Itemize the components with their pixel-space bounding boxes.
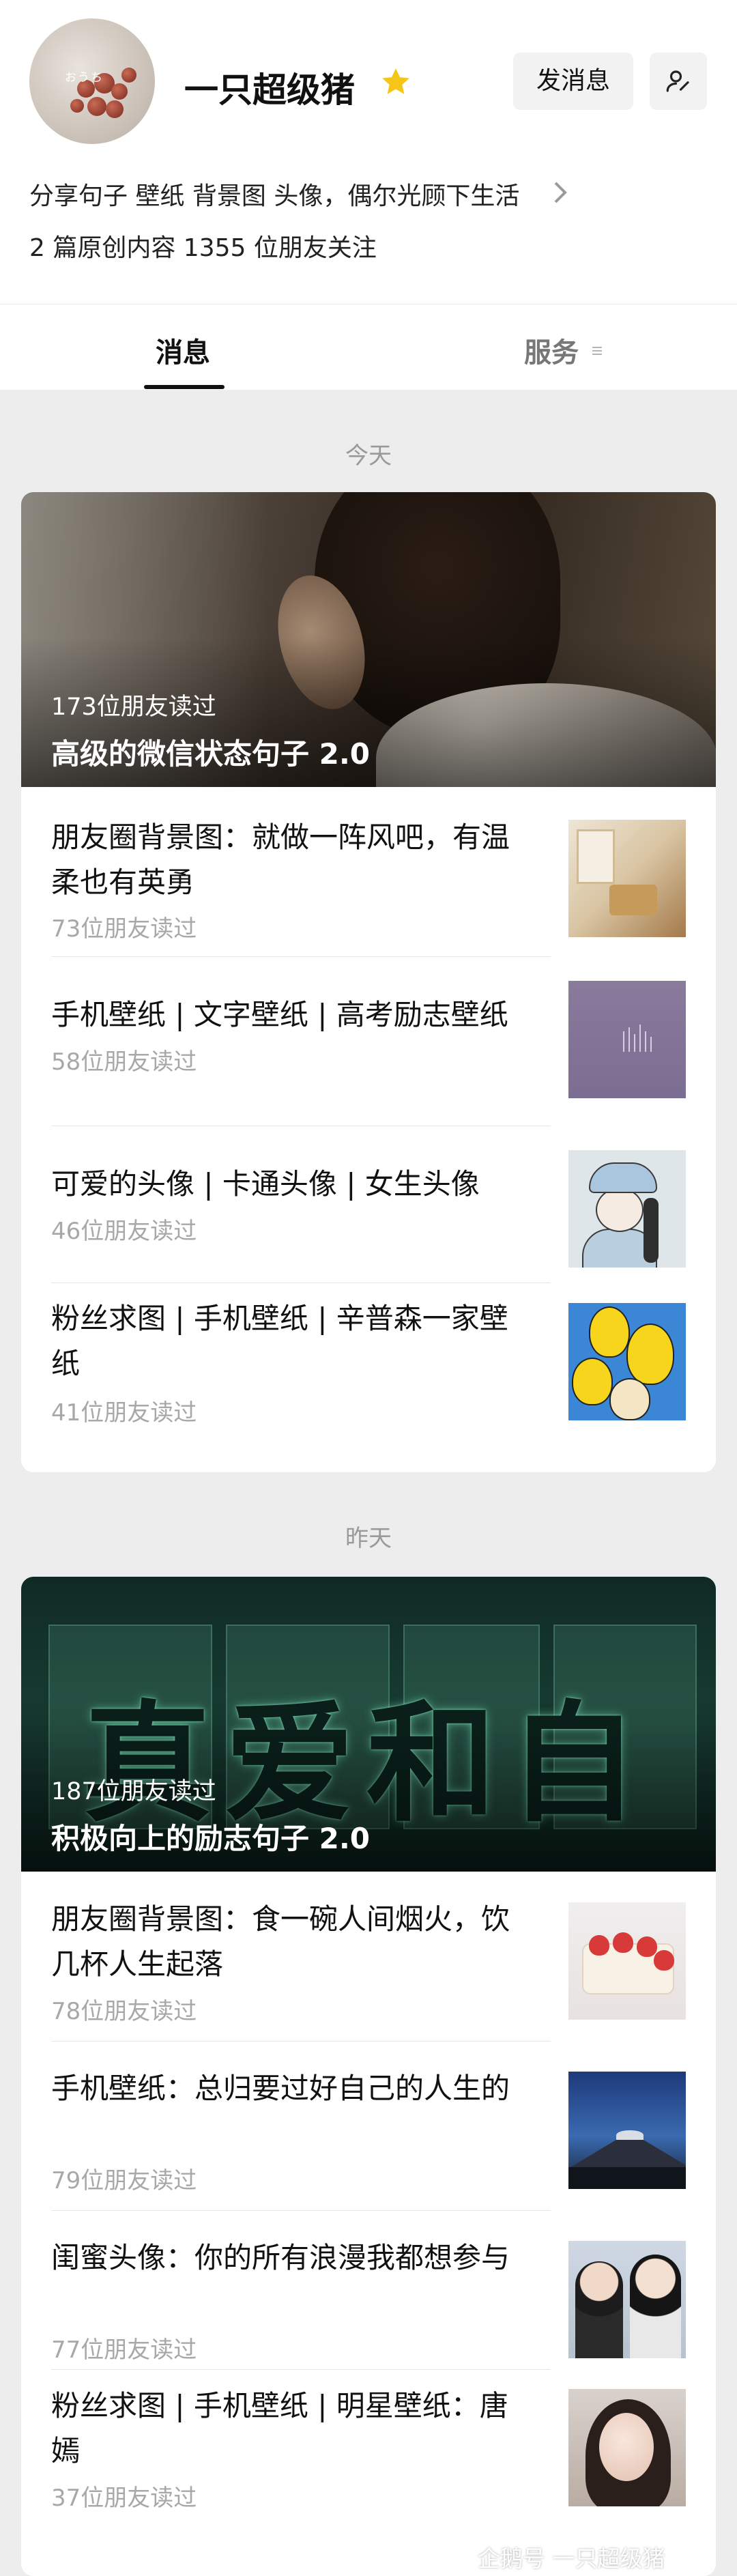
article-item[interactable]: 朋友圈背景图：就做一阵风吧，有温柔也有英勇 73位朋友读过	[21, 787, 716, 956]
tab-active-indicator	[144, 385, 225, 389]
account-stats: 2 篇原创内容 1355 位朋友关注	[29, 234, 377, 262]
article-read-count: 79位朋友读过	[51, 2167, 197, 2194]
article-read-count: 58位朋友读过	[51, 1048, 197, 1076]
avatar-text: おうち	[65, 71, 104, 85]
tab-messages[interactable]: 消息	[156, 330, 210, 370]
article-thumbnail	[568, 981, 686, 1098]
tab-bar: 消息 服务	[0, 304, 737, 390]
cover-read-count: 173位朋友读过	[51, 693, 216, 721]
article-item[interactable]: 可爱的头像 | 卡通头像 | 女生头像 46位朋友读过	[21, 1126, 716, 1283]
article-group-card: 173位朋友读过 高级的微信状态句子 2.0 朋友圈背景图：就做一阵风吧，有温柔…	[21, 492, 716, 1472]
article-thumbnail	[568, 1303, 686, 1420]
article-title: 粉丝求图 | 手机壁纸 | 辛普森一家壁纸	[51, 1302, 508, 1380]
profile-header: おうち 一只超级猪 发消息 分享句子 壁纸 背景图 头像，偶尔光顾下生活 2 篇…	[0, 0, 737, 304]
avatar[interactable]: おうち	[29, 18, 155, 144]
article-title: 可爱的头像 | 卡通头像 | 女生头像	[51, 1167, 480, 1201]
article-thumbnail	[568, 1150, 686, 1268]
cover-title: 积极向上的励志句子 2.0	[51, 1822, 371, 1855]
article-read-count: 77位朋友读过	[51, 2336, 197, 2364]
article-item[interactable]: 朋友圈背景图：食一碗人间烟火，饮几杯人生起落 78位朋友读过	[21, 1872, 716, 2041]
article-title: 粉丝求图 | 手机壁纸 | 明星壁纸：唐嫣	[51, 2389, 508, 2467]
chevron-right-icon[interactable]	[551, 179, 569, 206]
article-group-card: 真爱和自由 187位朋友读过 积极向上的励志句子 2.0 朋友圈背景图：食一碗人…	[21, 1577, 716, 2576]
cover-article[interactable]: 173位朋友读过 高级的微信状态句子 2.0	[21, 492, 716, 787]
article-read-count: 78位朋友读过	[51, 1998, 197, 2025]
article-read-count: 73位朋友读过	[51, 915, 197, 943]
article-thumbnail	[568, 820, 686, 937]
article-item[interactable]: 手机壁纸 | 文字壁纸 | 高考励志壁纸 58位朋友读过	[21, 956, 716, 1126]
article-item[interactable]: 粉丝求图 | 手机壁纸 | 辛普森一家壁纸 41位朋友读过	[21, 1283, 716, 1472]
article-read-count: 37位朋友读过	[51, 2485, 197, 2512]
article-thumbnail	[568, 2389, 686, 2506]
account-bio[interactable]: 分享句子 壁纸 背景图 头像，偶尔光顾下生活	[29, 176, 519, 212]
cover-read-count: 187位朋友读过	[51, 1778, 216, 1805]
tab-services[interactable]: 服务	[524, 330, 579, 370]
article-read-count: 41位朋友读过	[51, 1399, 197, 1427]
user-edit-icon	[666, 70, 689, 92]
article-thumbnail	[568, 1902, 686, 2020]
cover-title: 高级的微信状态句子 2.0	[51, 737, 371, 771]
send-message-button[interactable]: 发消息	[513, 53, 633, 110]
contact-button[interactable]	[650, 53, 707, 110]
account-name: 一只超级猪	[184, 70, 355, 110]
article-item[interactable]: 闺蜜头像：你的所有浪漫我都想参与 77位朋友读过	[21, 2210, 716, 2369]
article-thumbnail	[568, 2072, 686, 2189]
article-thumbnail	[568, 2241, 686, 2358]
menu-icon	[592, 347, 602, 355]
cover-article[interactable]: 真爱和自由 187位朋友读过 积极向上的励志句子 2.0	[21, 1577, 716, 1872]
article-title: 朋友圈背景图：就做一阵风吧，有温柔也有英勇	[51, 820, 510, 899]
article-title: 朋友圈背景图：食一碗人间烟火，饮几杯人生起落	[51, 1902, 510, 1981]
date-label: 昨天	[345, 1525, 392, 1552]
star-icon	[382, 68, 409, 94]
date-label: 今天	[345, 442, 392, 470]
article-item[interactable]: 手机壁纸：总归要过好自己的人生的 79位朋友读过	[21, 2041, 716, 2210]
article-title: 手机壁纸：总归要过好自己的人生的	[51, 2072, 510, 2105]
article-read-count: 46位朋友读过	[51, 1218, 197, 1245]
article-title: 手机壁纸 | 文字壁纸 | 高考励志壁纸	[51, 998, 508, 1031]
article-title: 闺蜜头像：你的所有浪漫我都想参与	[51, 2241, 510, 2274]
watermark: 企鹅号 一只超级猪	[478, 2545, 665, 2572]
